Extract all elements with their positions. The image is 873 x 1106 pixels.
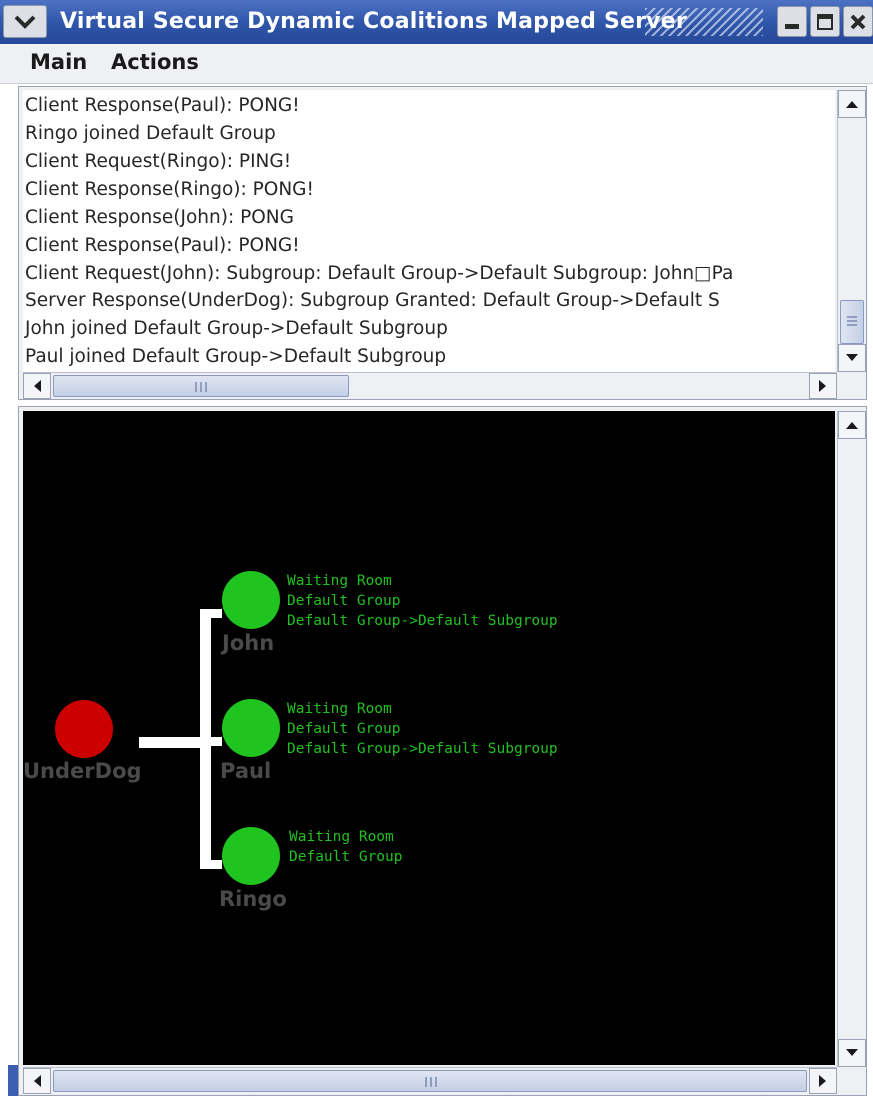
connector-ringo — [200, 860, 222, 869]
window-resize-corner[interactable] — [8, 1065, 18, 1096]
arrow-left-icon — [34, 380, 41, 392]
log-line: Client Response(John): PONG — [25, 207, 294, 228]
maximize-button[interactable] — [810, 6, 840, 37]
log-line: Client Request(Ringo): PING! — [25, 151, 292, 172]
scroll-left-button[interactable] — [23, 1068, 51, 1094]
connector-john — [200, 609, 222, 618]
log-line: Client Response(Ringo): PONG! — [25, 179, 314, 200]
log-vertical-scrollbar[interactable] — [837, 90, 866, 372]
node-underdog[interactable] — [55, 700, 113, 758]
log-horizontal-scrollbar[interactable] — [23, 372, 837, 399]
group-label: Default Group — [287, 721, 401, 737]
close-icon — [850, 14, 866, 29]
node-paul[interactable] — [222, 699, 280, 757]
node-label-underdog: UnderDog — [23, 759, 142, 783]
arrow-down-icon — [846, 1049, 858, 1056]
log-line: Client Request(John): Subgroup: Default … — [25, 263, 734, 284]
minimize-button[interactable] — [777, 6, 807, 37]
graph-vertical-scrollbar[interactable] — [837, 411, 866, 1067]
coalition-graph-canvas[interactable]: UnderDog John Waiting Room Default Group… — [23, 411, 835, 1065]
menu-bar: Main Actions — [0, 44, 873, 84]
graph-horizontal-scroll-thumb[interactable] — [53, 1070, 807, 1092]
menu-main[interactable]: Main — [30, 50, 87, 74]
arrow-right-icon — [819, 1075, 826, 1087]
minimize-icon — [785, 23, 799, 29]
node-ringo[interactable] — [222, 827, 280, 885]
group-label: Default Group — [289, 849, 403, 865]
scroll-up-button[interactable] — [838, 411, 866, 439]
log-line: Client Response(Paul): PONG! — [25, 95, 300, 116]
group-label: Waiting Room — [287, 573, 392, 589]
node-label-ringo: Ringo — [219, 887, 287, 911]
node-label-john: John — [222, 631, 275, 655]
scroll-up-button[interactable] — [838, 90, 866, 118]
window-title-bar[interactable]: Virtual Secure Dynamic Coalitions Mapped… — [0, 0, 873, 44]
group-label: Default Group->Default Subgroup — [287, 741, 558, 757]
grip-icon — [195, 382, 207, 392]
title-bar-grip — [645, 8, 763, 36]
log-scroll-thumb[interactable] — [840, 300, 864, 344]
root-connector — [139, 737, 205, 748]
close-button[interactable] — [843, 6, 873, 37]
log-text-area[interactable]: Client Response(Paul): PONG! Ringo joine… — [23, 90, 835, 372]
log-line: John joined Default Group->Default Subgr… — [25, 318, 448, 339]
graph-panel: UnderDog John Waiting Room Default Group… — [18, 406, 867, 1096]
arrow-up-icon — [846, 422, 858, 429]
arrow-up-icon — [846, 101, 858, 108]
group-label: Waiting Room — [289, 829, 394, 845]
group-label: Waiting Room — [287, 701, 392, 717]
log-line: Server Response(UnderDog): Subgroup Gran… — [25, 290, 720, 311]
window-menu-button[interactable] — [3, 5, 47, 38]
window-title: Virtual Secure Dynamic Coalitions Mapped… — [60, 9, 687, 34]
window-bottom-border — [0, 1096, 873, 1106]
group-label: Default Group — [287, 593, 401, 609]
window-left-border — [0, 84, 18, 1096]
scroll-right-button[interactable] — [809, 373, 837, 399]
scroll-left-button[interactable] — [23, 373, 51, 399]
arrow-down-icon — [846, 354, 858, 361]
scroll-down-button[interactable] — [838, 344, 866, 372]
node-label-paul: Paul — [220, 759, 272, 783]
group-label: Default Group->Default Subgroup — [287, 613, 558, 629]
connector-paul — [200, 737, 222, 746]
node-john[interactable] — [222, 571, 280, 629]
maximize-icon — [817, 13, 833, 30]
graph-horizontal-scrollbar[interactable] — [23, 1067, 837, 1094]
grip-icon — [847, 316, 857, 326]
scroll-down-button[interactable] — [838, 1039, 866, 1067]
log-line: Ringo joined Default Group — [25, 123, 276, 144]
log-line: Client Response(Paul): PONG! — [25, 235, 300, 256]
chevron-down-icon — [14, 15, 36, 29]
arrow-left-icon — [34, 1075, 41, 1087]
scroll-right-button[interactable] — [809, 1068, 837, 1094]
log-line: Paul joined Default Group->Default Subgr… — [25, 346, 447, 367]
arrow-right-icon — [819, 380, 826, 392]
menu-actions[interactable]: Actions — [111, 50, 199, 74]
log-horizontal-scroll-thumb[interactable] — [53, 375, 349, 397]
log-panel: Client Response(Paul): PONG! Ringo joine… — [18, 86, 867, 400]
grip-icon — [425, 1077, 437, 1087]
